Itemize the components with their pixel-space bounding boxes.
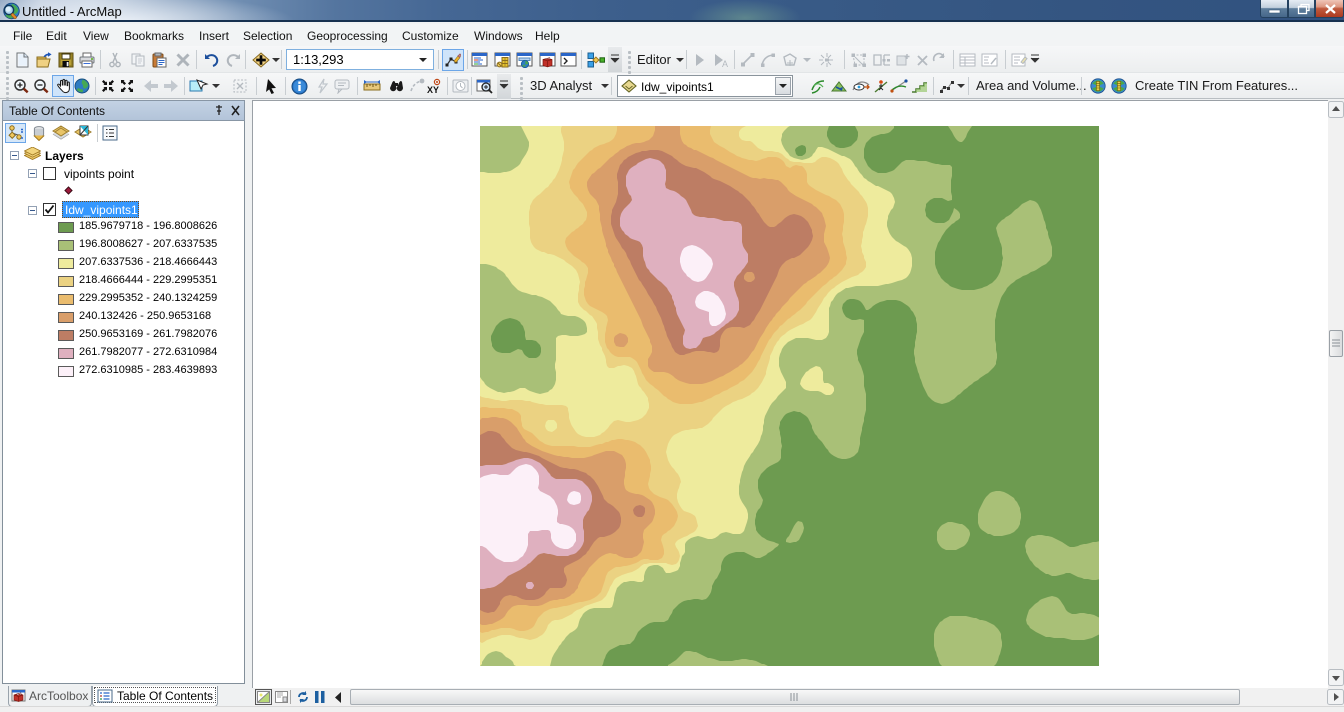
svg-text:XY: XY xyxy=(427,85,439,94)
svg-text:A: A xyxy=(722,59,728,68)
